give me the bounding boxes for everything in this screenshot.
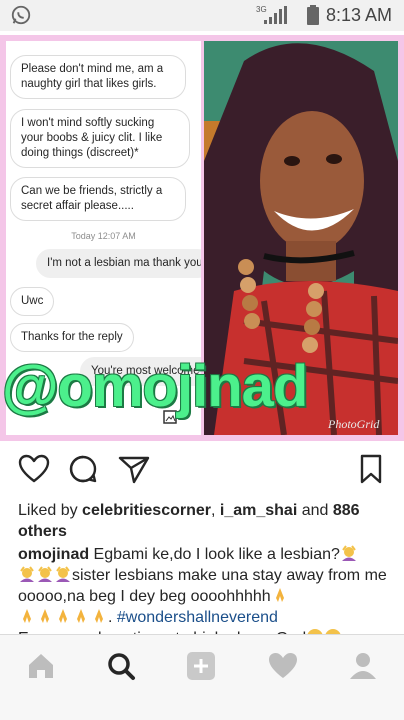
home-icon[interactable] — [26, 651, 56, 681]
comment-icon[interactable] — [68, 454, 98, 484]
folded-hands-emoji — [275, 588, 284, 602]
liker-username[interactable]: i_am_shai — [220, 502, 297, 519]
liker-username[interactable]: celebritiescorner — [82, 502, 211, 519]
folded-hands-emoji — [41, 609, 49, 623]
folded-hands-emoji — [77, 609, 85, 623]
status-bar: 3G 8:13 AM — [0, 0, 404, 31]
caption-text: Egbami ke,do I look like a lesbian? — [89, 546, 340, 563]
chat-message: Thanks for the reply — [10, 323, 134, 352]
likes-summary[interactable]: Liked by celebritiescorner, i_am_shai an… — [18, 500, 390, 542]
clock: 8:13 AM — [326, 5, 393, 25]
woman-gesturing-emoji — [341, 545, 356, 561]
heart-outline-icon[interactable] — [18, 454, 50, 484]
bookmark-icon[interactable] — [359, 454, 383, 484]
woman-gesturing-emoji — [20, 566, 34, 582]
folded-hands-emoji — [95, 609, 103, 623]
watermark: PhotoGrid — [328, 417, 380, 431]
chat-message: Please don't mind me, am a naughty girl … — [10, 55, 186, 99]
post-actions — [0, 452, 404, 488]
chat-timestamp: Today 12:07 AM — [71, 231, 136, 241]
woman-gesturing-emoji — [56, 566, 70, 582]
caption-username[interactable]: omojinad — [18, 546, 89, 563]
hashtag-link[interactable]: #wondershallneverend — [117, 609, 278, 626]
share-icon[interactable] — [118, 454, 150, 484]
woman-gesturing-emoji — [38, 566, 52, 582]
chat-message: Uwc — [10, 287, 55, 316]
search-icon[interactable] — [106, 651, 136, 681]
overlay-handle: @omojinad — [2, 354, 308, 419]
chat-message: I won't mind softly sucking your boobs &… — [10, 109, 190, 168]
profile-icon[interactable] — [348, 651, 378, 681]
folded-hands-emoji — [23, 609, 31, 623]
add-icon[interactable] — [186, 651, 216, 681]
caption-period: . — [108, 609, 117, 626]
likes-prefix: Liked by — [18, 502, 83, 519]
folded-hands-emoji — [59, 609, 67, 623]
bottom-navigation — [0, 634, 404, 720]
chat-message: I'm not a lesbian ma thank you — [36, 249, 201, 278]
post-image[interactable]: Please don't mind me, am a naughty girl … — [0, 35, 404, 441]
caption-text: sister lesbians make una stay away from … — [18, 567, 387, 605]
whatsapp-icon — [11, 5, 31, 25]
likes-separator: , — [211, 502, 220, 519]
battery-icon — [307, 5, 319, 25]
likes-and: and — [297, 502, 333, 519]
activity-icon[interactable] — [268, 651, 298, 681]
signal-icon — [264, 6, 287, 24]
chat-message: Can we be friends, strictly a secret aff… — [10, 177, 186, 221]
